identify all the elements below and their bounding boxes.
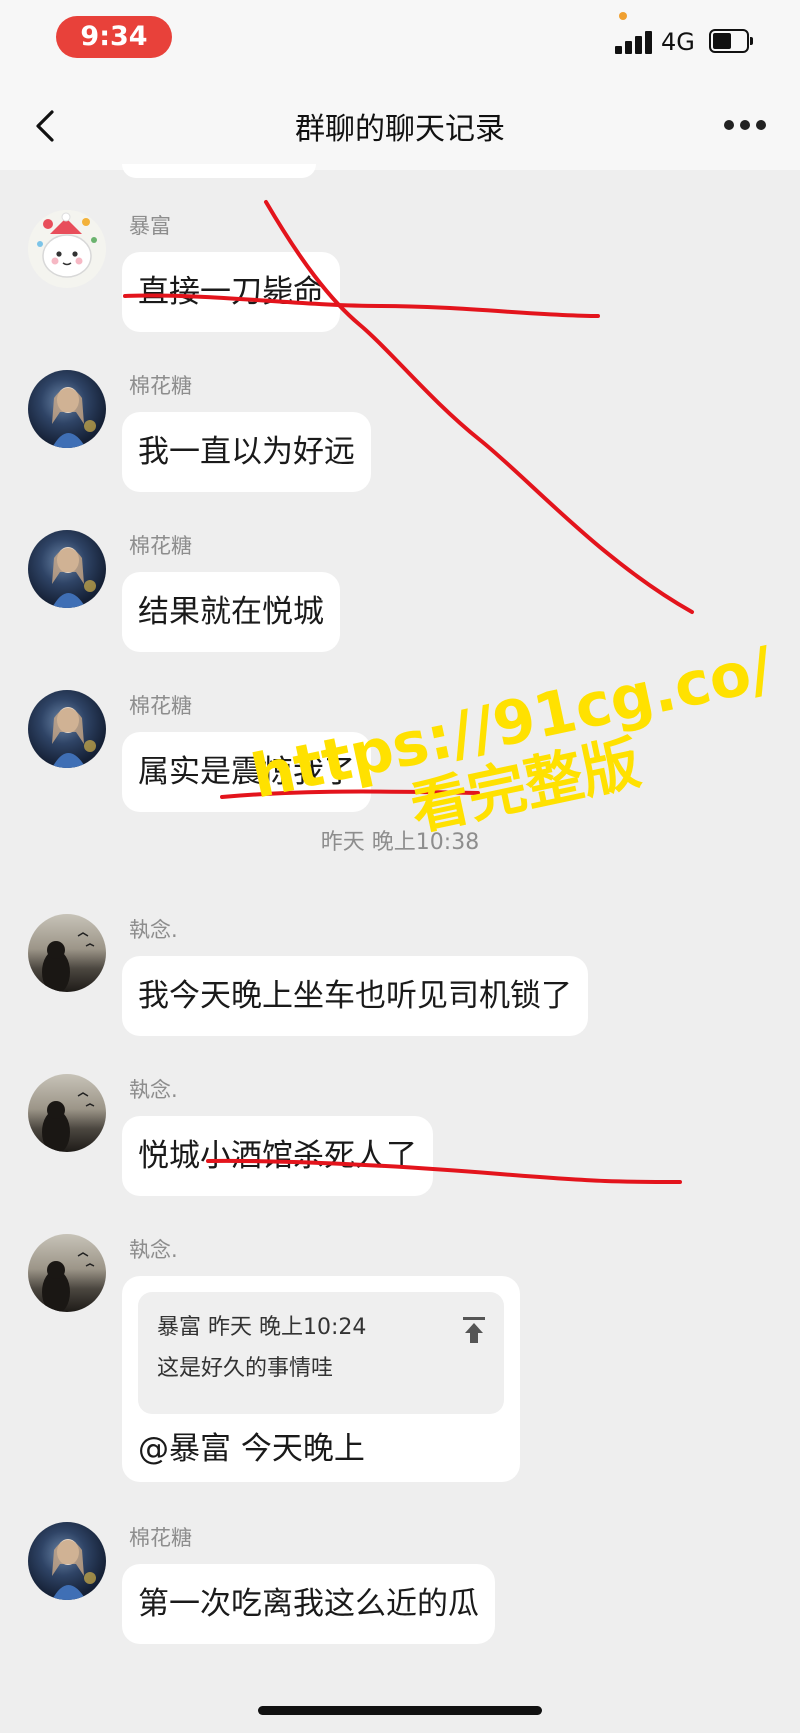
night-avatar[interactable] <box>28 1234 106 1312</box>
sender-name: 執念. <box>129 1238 178 1262</box>
night-avatar[interactable] <box>28 914 106 992</box>
previous-message-bubble <box>122 164 316 178</box>
message-bubble[interactable]: 结果就在悦城 <box>122 572 340 652</box>
girl-avatar[interactable] <box>28 370 106 448</box>
status-time: 9:34 <box>56 16 172 58</box>
quoted-text: 这是好久的事情哇 <box>157 1356 334 1381</box>
sender-name: 棉花糖 <box>129 694 192 718</box>
cat-avatar[interactable] <box>28 210 106 288</box>
signal-icon <box>615 30 653 54</box>
message-bubble[interactable]: 第一次吃离我这么近的瓜 <box>122 1564 495 1644</box>
sender-name: 棉花糖 <box>129 1526 192 1550</box>
girl-avatar[interactable] <box>28 1522 106 1600</box>
girl-avatar[interactable] <box>28 530 106 608</box>
message-bubble[interactable]: 悦城小酒馆杀死人了 <box>122 1116 433 1196</box>
page-title: 群聊的聊天记录 <box>295 112 505 147</box>
back-icon[interactable] <box>28 108 64 144</box>
status-bar: 9:34 4G <box>0 0 800 82</box>
quoted-meta: 暴富 昨天 晚上10:24 <box>157 1315 367 1340</box>
sender-name: 暴富 <box>129 214 171 238</box>
message-bubble[interactable]: 我今天晚上坐车也听见司机锁了 <box>122 956 588 1036</box>
jump-to-top-icon[interactable] <box>462 1316 486 1344</box>
reply-message-bubble[interactable]: 暴富 昨天 晚上10:24 这是好久的事情哇 @暴富 今天晚上 <box>122 1276 520 1482</box>
home-indicator[interactable] <box>258 1706 542 1715</box>
chat-history: 暴富 直接一刀毙命 棉花糖 我一直以为好远 棉花糖 结果就在悦城 棉花糖 属实是… <box>0 164 800 1733</box>
sender-name: 執念. <box>129 918 178 942</box>
sender-name: 棉花糖 <box>129 374 192 398</box>
quoted-message[interactable]: 暴富 昨天 晚上10:24 这是好久的事情哇 <box>138 1292 504 1414</box>
privacy-indicator-dot <box>619 12 627 20</box>
nav-bar: 群聊的聊天记录 <box>0 82 800 170</box>
network-label: 4G <box>661 28 695 56</box>
message-bubble[interactable]: 我一直以为好远 <box>122 412 371 492</box>
battery-icon <box>709 29 753 53</box>
message-bubble[interactable]: 直接一刀毙命 <box>122 252 340 332</box>
night-avatar[interactable] <box>28 1074 106 1152</box>
girl-avatar[interactable] <box>28 690 106 768</box>
sender-name: 執念. <box>129 1078 178 1102</box>
more-icon[interactable] <box>724 120 768 132</box>
reply-text: @暴富 今天晚上 <box>138 1431 365 1467</box>
sender-name: 棉花糖 <box>129 534 192 558</box>
